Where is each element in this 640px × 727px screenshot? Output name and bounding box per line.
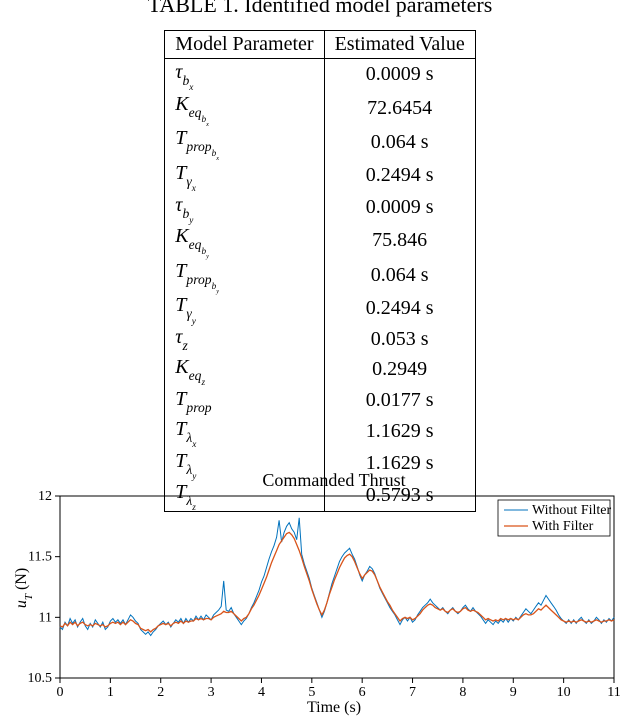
legend: Without Filter With Filter [498,500,611,536]
svg-text:2: 2 [157,685,164,700]
param-value: 0.0177 s [324,386,475,416]
table-row: Tλx1.1629 s [165,416,475,448]
series-with-filter [60,532,614,632]
svg-text:0: 0 [57,685,64,700]
svg-text:11: 11 [607,685,620,700]
param-name: τby [165,192,324,224]
legend-label-without-filter: Without Filter [532,503,611,518]
svg-text:12: 12 [38,489,52,504]
svg-text:10.5: 10.5 [28,671,53,686]
param-value: 75.846 [324,223,475,258]
y-axis-label: uT (N) [13,568,35,608]
svg-text:9: 9 [510,685,517,700]
table-header-row: Model Parameter Estimated Value [165,31,475,59]
table-row: Keqby75.846 [165,223,475,258]
table-row: Tγx0.2494 s [165,160,475,192]
legend-label-with-filter: With Filter [532,519,594,534]
param-value: 0.053 s [324,324,475,354]
table-row: Keqbx72.6454 [165,91,475,126]
table-row: Tpropby0.064 s [165,258,475,293]
param-name: Tγx [165,160,324,192]
param-value: 0.2949 [324,354,475,386]
svg-text:10: 10 [557,685,571,700]
col-header-value: Estimated Value [324,31,475,59]
table-row: Tpropbx0.064 s [165,125,475,160]
svg-text:7: 7 [409,685,416,700]
param-value: 72.6454 [324,91,475,126]
table-row: τz0.053 s [165,324,475,354]
table-row: τby0.0009 s [165,192,475,224]
param-name: Keqbx [165,91,324,126]
svg-text:3: 3 [208,685,215,700]
table-caption: TABLE 1. Identified model parameters [0,0,640,18]
param-name: Keqby [165,223,324,258]
param-value: 0.2494 s [324,292,475,324]
param-value: 1.1629 s [324,416,475,448]
parameter-table: Model Parameter Estimated Value τbx0.000… [164,30,475,512]
param-value: 0.0009 s [324,192,475,224]
param-name: Tpropbx [165,125,324,160]
table-row: τbx0.0009 s [165,59,475,91]
svg-text:6: 6 [359,685,366,700]
svg-text:1: 1 [107,685,114,700]
param-name: τbx [165,59,324,91]
svg-text:11: 11 [39,610,52,625]
svg-text:11.5: 11.5 [28,550,52,565]
svg-text:5: 5 [308,685,315,700]
col-header-parameter: Model Parameter [165,31,324,59]
param-value: 0.064 s [324,258,475,293]
table-row: Tprop0.0177 s [165,386,475,416]
svg-text:4: 4 [258,685,265,700]
param-value: 0.0009 s [324,59,475,91]
param-name: Tprop [165,386,324,416]
svg-text:8: 8 [459,685,466,700]
table-row: Tγy0.2494 s [165,292,475,324]
commanded-thrust-chart: Commanded Thrust 01234567891011 10.51111… [12,468,628,718]
param-name: Keqz [165,354,324,386]
param-value: 0.2494 s [324,160,475,192]
chart-title: Commanded Thrust [262,470,405,490]
param-name: Tpropby [165,258,324,293]
param-name: Tγy [165,292,324,324]
parameter-table-wrap: Model Parameter Estimated Value τbx0.000… [0,30,640,512]
param-name: τz [165,324,324,354]
x-axis-label: Time (s) [307,699,361,716]
table-row: Keqz0.2949 [165,354,475,386]
param-value: 0.064 s [324,125,475,160]
param-name: Tλx [165,416,324,448]
